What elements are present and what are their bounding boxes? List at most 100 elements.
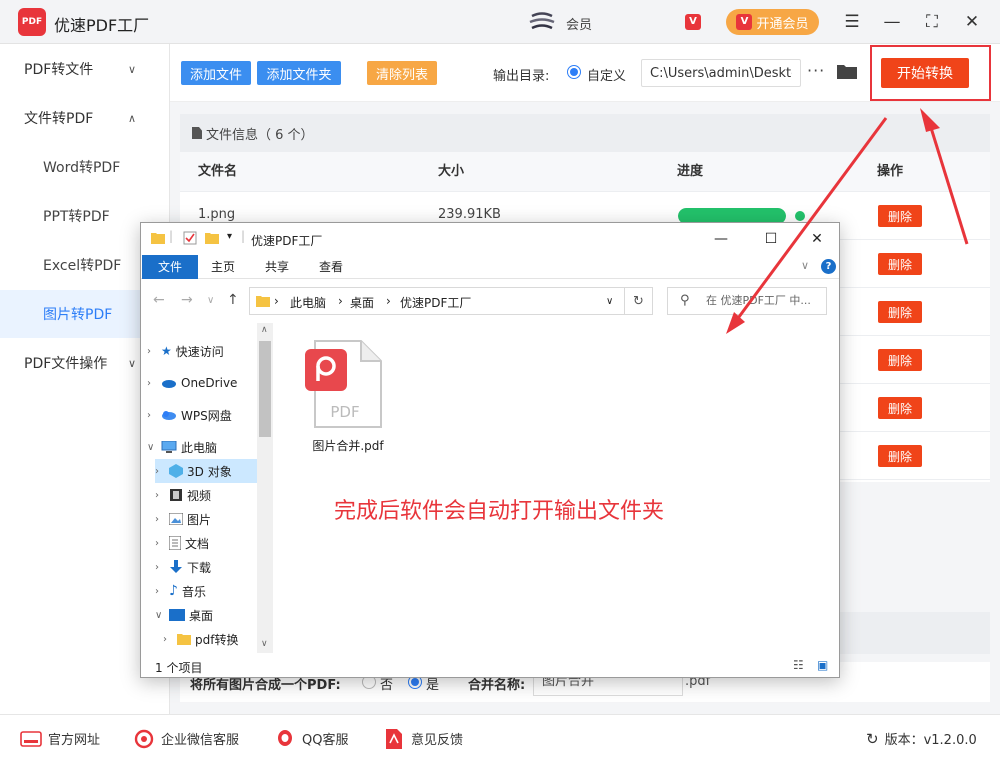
sidebar-item-pdf-to-file[interactable]: PDF转文件 ∨: [0, 45, 170, 93]
output-path-input[interactable]: [641, 59, 801, 87]
delete-button[interactable]: 删除: [878, 205, 922, 227]
divider: |: [241, 229, 246, 243]
scroll-up-icon[interactable]: ∧: [261, 325, 268, 335]
nav-quick-access[interactable]: › ★ 快速访问: [147, 339, 224, 363]
delete-button[interactable]: 删除: [878, 253, 922, 275]
more-options-icon[interactable]: ···: [807, 61, 825, 80]
chevron-down-icon: ∨: [127, 62, 136, 76]
wechat-service-link[interactable]: 企业微信客服: [133, 729, 239, 748]
open-vip-button[interactable]: V 开通会员: [726, 9, 819, 35]
chevron-down-icon: ∨: [147, 441, 155, 453]
new-folder-icon[interactable]: [205, 231, 219, 245]
minimize-icon[interactable]: —: [711, 229, 731, 249]
nav-documents[interactable]: › 文档: [155, 531, 209, 555]
cube-icon: [169, 464, 183, 478]
wps-cloud-icon: [162, 411, 176, 420]
help-icon[interactable]: ?: [821, 259, 836, 274]
close-icon[interactable]: ✕: [807, 229, 827, 249]
table-header: [180, 152, 990, 192]
sidebar-item-word-to-pdf[interactable]: Word转PDF: [0, 143, 170, 191]
user-avatar-icon[interactable]: [528, 11, 556, 33]
menu-icon[interactable]: ☰: [840, 10, 864, 34]
recent-locations-icon[interactable]: ∨: [207, 295, 214, 306]
refresh-icon[interactable]: ↻: [866, 730, 879, 748]
custom-output-radio[interactable]: [567, 65, 581, 79]
chevron-down-icon: ∨: [155, 609, 163, 621]
nav-this-pc[interactable]: ∨ 此电脑: [147, 435, 217, 459]
user-name[interactable]: 会员: [566, 14, 592, 33]
add-file-button[interactable]: 添加文件: [181, 61, 251, 85]
nav-music[interactable]: › ♪ 音乐: [155, 579, 206, 603]
sidebar-item-label: 文件转PDF: [24, 111, 94, 127]
nav-desktop[interactable]: ∨ 桌面: [155, 603, 213, 627]
tab-view[interactable]: 查看: [313, 255, 349, 279]
file-info-label: 文件信息（ 6 个）: [206, 127, 314, 143]
delete-button[interactable]: 删除: [878, 301, 922, 323]
sidebar-item-file-to-pdf[interactable]: 文件转PDF ∧: [0, 94, 170, 142]
nav-downloads[interactable]: › 下载: [155, 555, 211, 579]
feedback-link[interactable]: 意见反馈: [383, 728, 463, 749]
minimize-icon[interactable]: —: [880, 10, 904, 34]
breadcrumb-folder[interactable]: 优速PDF工厂: [400, 294, 471, 311]
vip-badge-icon[interactable]: V: [685, 14, 701, 30]
search-input[interactable]: ⚲ 在 优速PDF工厂 中...: [667, 287, 827, 315]
version-label: 版本：v1.2.0.0: [884, 733, 977, 748]
sidebar-item-label: PDF转文件: [24, 62, 94, 78]
quick-access-dropdown-icon[interactable]: ▾: [227, 231, 232, 242]
star-icon: ★: [161, 344, 172, 358]
vip-k-icon: V: [736, 14, 753, 30]
tab-share[interactable]: 共享: [259, 255, 295, 279]
nav-pictures[interactable]: › 图片: [155, 507, 211, 531]
qq-label: QQ客服: [302, 733, 349, 748]
nav-3d-objects[interactable]: › 3D 对象: [155, 459, 257, 483]
folder-icon[interactable]: [837, 63, 857, 79]
pdf-badge-text: PDF: [330, 403, 359, 421]
add-folder-button[interactable]: 添加文件夹: [257, 61, 341, 85]
tab-file[interactable]: 文件: [142, 255, 198, 279]
details-view-icon[interactable]: ☷: [793, 658, 804, 672]
scrollbar-thumb[interactable]: [259, 341, 271, 437]
forward-arrow-icon[interactable]: →: [181, 292, 193, 308]
tab-home[interactable]: 主页: [205, 255, 241, 279]
maximize-icon[interactable]: ☐: [761, 229, 781, 249]
output-dir-label: 输出目录:: [493, 69, 550, 84]
address-row: ← → ∨ ↑ › 此电脑 › 桌面 › 优速PDF工厂 ∨ ↻ ⚲ 在 优速P…: [141, 285, 839, 317]
explorer-title-bar: | ▾ | 优速PDF工厂 — ☐ ✕: [141, 223, 839, 255]
back-arrow-icon[interactable]: ←: [153, 292, 165, 308]
website-link[interactable]: 官方网址: [20, 729, 100, 748]
wechat-icon: [133, 729, 155, 748]
refresh-icon[interactable]: ↻: [625, 287, 653, 315]
breadcrumb-this-pc[interactable]: 此电脑: [290, 294, 326, 311]
delete-button[interactable]: 删除: [878, 397, 922, 419]
nav-label: OneDrive: [181, 376, 238, 390]
nav-scrollbar[interactable]: [257, 323, 273, 653]
column-size: 大小: [438, 164, 465, 179]
properties-icon[interactable]: [183, 231, 197, 245]
breadcrumb-desktop[interactable]: 桌面: [350, 294, 374, 311]
column-progress: 进度: [677, 164, 704, 179]
address-dropdown-icon[interactable]: ∨: [606, 296, 613, 307]
delete-button[interactable]: 删除: [878, 445, 922, 467]
open-vip-label: 开通会员: [756, 16, 809, 32]
nav-label: WPS网盘: [181, 408, 232, 423]
large-icons-view-icon[interactable]: ▣: [817, 658, 828, 672]
ribbon-expand-icon[interactable]: ∨: [801, 259, 809, 272]
clear-list-button[interactable]: 清除列表: [367, 61, 437, 85]
up-arrow-icon[interactable]: ↑: [227, 292, 239, 308]
address-bar[interactable]: › 此电脑 › 桌面 › 优速PDF工厂 ∨: [249, 287, 625, 315]
nav-onedrive[interactable]: › OneDrive: [147, 371, 237, 395]
explorer-title: 优速PDF工厂: [251, 234, 323, 248]
qq-service-link[interactable]: QQ客服: [274, 729, 348, 748]
nav-videos[interactable]: › 视频: [155, 483, 211, 507]
close-icon[interactable]: ✕: [960, 10, 984, 34]
nav-label: pdf转换: [195, 632, 239, 647]
sidebar-item-label: Word转PDF: [43, 160, 121, 176]
music-note-icon: ♪: [169, 583, 178, 599]
nav-pdf-convert[interactable]: › pdf转换: [163, 627, 238, 651]
maximize-icon[interactable]: ⛶: [920, 10, 944, 34]
chevron-right-icon: ›: [155, 561, 159, 573]
nav-wps-drive[interactable]: › WPS网盘: [147, 403, 232, 427]
delete-button[interactable]: 删除: [878, 349, 922, 371]
scroll-down-icon[interactable]: ∨: [261, 639, 268, 649]
start-button-highlight: [870, 45, 991, 101]
